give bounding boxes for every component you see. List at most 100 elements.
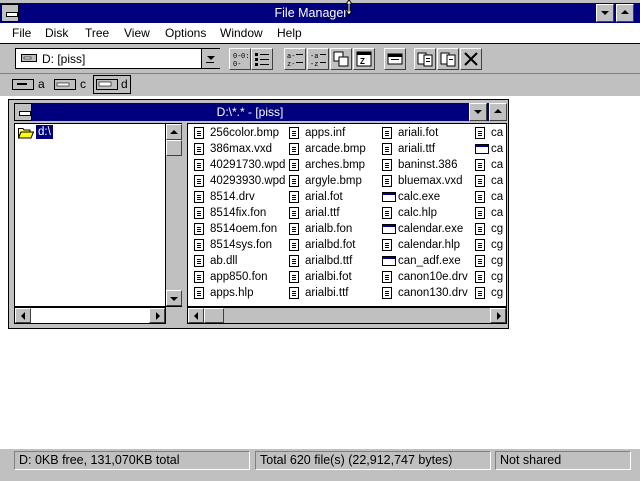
document-file-icon bbox=[194, 175, 204, 187]
document-file-icon bbox=[194, 255, 204, 267]
menu-file[interactable]: File bbox=[12, 26, 31, 40]
tree-pane[interactable] bbox=[14, 123, 166, 307]
drive-c[interactable]: c bbox=[54, 76, 94, 93]
tree-scroll-thumb[interactable] bbox=[166, 140, 182, 156]
sort-by-date-button[interactable]: Z bbox=[353, 48, 375, 70]
file-list-pane[interactable]: 256color.bmp 386max.vxd 40291730.wpd 402939… bbox=[187, 123, 507, 307]
file-item-name: canon130.drv bbox=[398, 287, 468, 299]
minimize-icon bbox=[601, 11, 609, 15]
document-file-icon bbox=[475, 159, 485, 171]
delete-button[interactable] bbox=[460, 48, 482, 70]
drive-combo[interactable]: D: [piss] bbox=[15, 48, 220, 69]
file-item-name: 8514.drv bbox=[210, 191, 255, 203]
document-file-icon bbox=[475, 287, 485, 299]
document-file-icon bbox=[194, 143, 204, 155]
open-folder-icon bbox=[18, 128, 34, 139]
file-item-name: calendar.hlp bbox=[398, 239, 461, 251]
move-icon bbox=[440, 52, 456, 67]
directory-window-minimize[interactable] bbox=[469, 103, 487, 121]
directory-window-maximize[interactable] bbox=[489, 103, 507, 121]
program-file-icon bbox=[382, 256, 396, 266]
sort-by-name-button[interactable]: a-z- bbox=[284, 48, 306, 70]
system-menu-icon bbox=[19, 111, 31, 116]
copy-button[interactable] bbox=[414, 48, 436, 70]
move-button[interactable] bbox=[437, 48, 459, 70]
file-item-name: apps.inf bbox=[305, 127, 346, 139]
tree-vertical-scrollbar[interactable] bbox=[166, 123, 182, 307]
copy-icon bbox=[417, 52, 433, 67]
drive-d[interactable]: d bbox=[93, 75, 131, 94]
document-file-icon bbox=[382, 239, 392, 251]
floppy-drive-icon bbox=[12, 79, 34, 90]
file-item-name: ca bbox=[491, 191, 504, 203]
svg-text:z-: z- bbox=[287, 61, 295, 69]
tree-scroll-left-button[interactable] bbox=[15, 308, 31, 323]
connect-drive-button[interactable]: 0- 0- 0: bbox=[229, 48, 251, 70]
tree-scroll-up-button[interactable] bbox=[166, 124, 182, 140]
document-file-icon bbox=[475, 127, 485, 139]
drive-combo-dropdown-button[interactable] bbox=[201, 49, 220, 68]
sort-by-type-button[interactable]: -a -z bbox=[307, 48, 329, 70]
disconnect-drive-button[interactable] bbox=[251, 48, 273, 70]
menu-disk[interactable]: Disk bbox=[45, 26, 68, 40]
scroll-down-icon bbox=[170, 297, 178, 301]
status-share: Not shared bbox=[495, 451, 631, 470]
document-file-icon bbox=[194, 287, 204, 299]
document-file-icon bbox=[289, 127, 299, 139]
document-file-icon bbox=[475, 239, 485, 251]
menu-options[interactable]: Options bbox=[165, 26, 206, 40]
tree-root[interactable]: d:\ bbox=[17, 125, 57, 140]
menu-tree[interactable]: Tree bbox=[85, 26, 109, 40]
sort-by-size-button[interactable] bbox=[330, 48, 352, 70]
file-scroll-right-button[interactable] bbox=[490, 308, 506, 323]
drive-a[interactable]: a bbox=[12, 76, 52, 93]
minimize-button[interactable] bbox=[596, 4, 614, 22]
directory-window-title: D:\*.* - [piss] bbox=[216, 105, 284, 119]
tree-horizontal-scrollbar[interactable] bbox=[14, 307, 166, 324]
file-item-name: bluemax.vxd bbox=[398, 175, 463, 187]
menu-view[interactable]: View bbox=[124, 26, 150, 40]
maximize-button[interactable] bbox=[616, 4, 634, 22]
file-item-name: cg bbox=[491, 287, 504, 299]
file-item-name: ca bbox=[491, 143, 504, 155]
file-item-name: arialbd.ttf bbox=[305, 255, 353, 267]
sort-type-icon: -a-z bbox=[310, 53, 326, 69]
cursor-icon bbox=[345, 0, 353, 16]
file-scroll-thumb[interactable] bbox=[204, 308, 224, 323]
drive-d-label: d bbox=[121, 77, 128, 91]
file-item-name: cg bbox=[491, 255, 504, 267]
calendar-icon: Z bbox=[356, 51, 372, 67]
file-item-name: cg bbox=[491, 239, 504, 251]
file-item-name: arialbd.fot bbox=[305, 239, 356, 251]
file-item-name: 40291730.wpd bbox=[210, 159, 286, 171]
document-file-icon bbox=[289, 287, 299, 299]
maximize-icon bbox=[621, 10, 629, 14]
document-file-icon bbox=[382, 175, 392, 187]
document-file-icon bbox=[382, 159, 392, 171]
document-file-icon bbox=[382, 207, 392, 219]
drive-combo-value: D: [piss] bbox=[42, 52, 86, 66]
file-scroll-left-button[interactable] bbox=[188, 308, 204, 323]
tree-hscroll-track[interactable] bbox=[31, 308, 149, 323]
tree-scroll-down-button[interactable] bbox=[166, 290, 182, 306]
file-item-name: arialbi.ttf bbox=[305, 287, 349, 299]
tree-scroll-right-button[interactable] bbox=[149, 308, 165, 323]
file-item-name: arches.bmp bbox=[305, 159, 366, 171]
file-item-name: ca bbox=[491, 175, 504, 187]
file-item-name: 8514sys.fon bbox=[210, 239, 273, 251]
file-list-horizontal-scrollbar[interactable] bbox=[187, 307, 507, 324]
menu-help[interactable]: Help bbox=[277, 26, 302, 40]
document-file-icon bbox=[475, 255, 485, 267]
document-file-icon bbox=[289, 175, 299, 187]
document-file-icon bbox=[475, 191, 485, 203]
maximize-icon bbox=[494, 109, 502, 113]
new-window-button[interactable] bbox=[384, 48, 406, 70]
menu-window[interactable]: Window bbox=[220, 26, 263, 40]
file-item-name: 40293930.wpd bbox=[210, 175, 286, 187]
document-file-icon bbox=[289, 271, 299, 283]
file-item-name: calc.hlp bbox=[398, 207, 437, 219]
app-title: File Manager bbox=[274, 6, 348, 20]
directory-window-system-menu[interactable] bbox=[14, 103, 32, 121]
file-hscroll-track[interactable] bbox=[224, 308, 490, 323]
network-drive-icon bbox=[96, 79, 118, 90]
